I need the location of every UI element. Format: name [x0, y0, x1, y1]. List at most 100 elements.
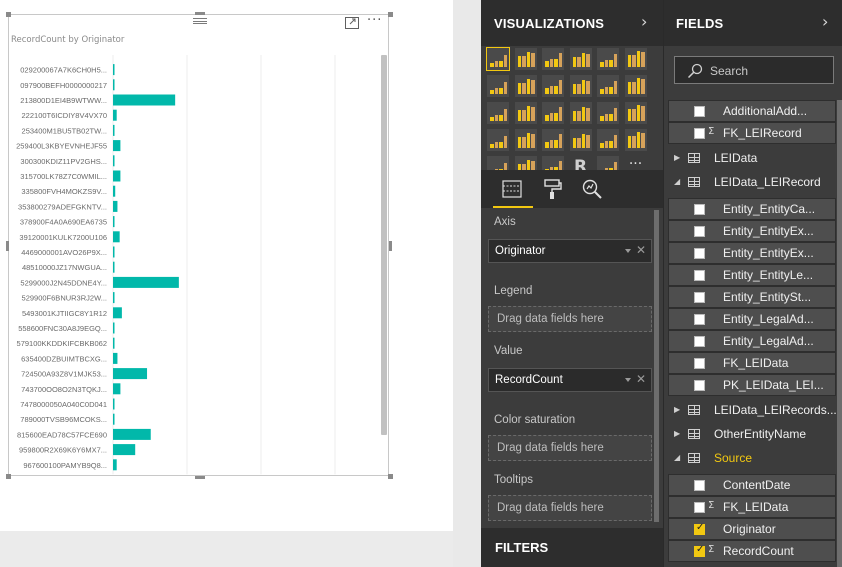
value-remove-icon[interactable]: ✕	[636, 372, 646, 386]
fields-scrollbar[interactable]	[837, 100, 842, 567]
resize-handle-right[interactable]	[389, 241, 392, 251]
fields-search-input[interactable]: Search	[674, 56, 834, 84]
visualizations-scrollbar[interactable]	[654, 210, 659, 522]
drag-grip-icon[interactable]	[193, 18, 207, 24]
field-checkbox[interactable]	[694, 502, 705, 513]
chart-bar[interactable]	[113, 428, 151, 440]
resize-handle-bottom-right[interactable]	[388, 474, 393, 479]
clustered-bar-icon[interactable]	[542, 48, 564, 70]
stacked-column-icon[interactable]	[514, 48, 537, 70]
chart-bar[interactable]	[113, 383, 121, 395]
funnel-icon[interactable]	[514, 129, 537, 151]
field-item[interactable]: Originator	[668, 518, 836, 540]
field-item[interactable]: FK_LEIData	[668, 352, 836, 374]
percent-bar-icon[interactable]	[597, 48, 619, 70]
chart-bar[interactable]	[113, 246, 115, 258]
chart-bar[interactable]	[113, 261, 115, 273]
chart-bar[interactable]	[113, 64, 115, 76]
ribbon-chart-icon[interactable]	[624, 75, 647, 97]
expand-arrow-icon[interactable]: ▶	[674, 153, 680, 162]
collapse-fields-chevron-icon[interactable]: ›	[822, 12, 828, 31]
field-checkbox[interactable]	[694, 128, 705, 139]
treemap-icon[interactable]	[597, 102, 619, 124]
field-item[interactable]: PK_LEIData_LEI...	[668, 374, 836, 396]
chart-bar[interactable]	[113, 109, 117, 121]
field-checkbox[interactable]	[694, 226, 705, 237]
value-dropdown-icon[interactable]	[625, 378, 631, 382]
line-chart-icon[interactable]	[487, 75, 509, 97]
collapse-visualizations-chevron-icon[interactable]: ›	[641, 12, 647, 31]
field-item[interactable]: Entity_EntityLe...	[668, 264, 836, 286]
stacked-bar-icon[interactable]	[486, 47, 510, 71]
axis-well-field[interactable]: Originator ✕	[488, 239, 652, 263]
expand-arrow-icon[interactable]: ▶	[674, 429, 680, 438]
table-node[interactable]: ◢ LEIData_LEIRecord	[664, 172, 842, 194]
field-checkbox[interactable]	[694, 522, 705, 535]
chart-bar[interactable]	[113, 231, 120, 243]
chart-bar[interactable]	[113, 124, 115, 136]
table-node[interactable]: ◢ Source	[664, 448, 842, 470]
fields-tab-icon[interactable]	[501, 178, 523, 200]
chart-bar[interactable]	[113, 444, 136, 456]
scatter-icon[interactable]	[514, 102, 537, 124]
map-icon[interactable]	[624, 102, 647, 124]
field-checkbox[interactable]	[694, 336, 705, 347]
chart-bar[interactable]	[113, 413, 115, 425]
clustered-column-icon[interactable]	[569, 48, 592, 70]
chart-bar[interactable]	[113, 322, 115, 334]
gauge-icon[interactable]	[542, 129, 564, 151]
chart-bar[interactable]	[113, 352, 118, 364]
field-checkbox[interactable]	[694, 358, 705, 369]
field-item[interactable]: Σ FK_LEIRecord	[668, 122, 836, 144]
axis-remove-icon[interactable]: ✕	[636, 243, 646, 257]
card-icon[interactable]	[569, 129, 592, 151]
chart-bar[interactable]	[113, 337, 115, 349]
field-checkbox[interactable]	[694, 106, 705, 117]
field-item[interactable]: Entity_EntityEx...	[668, 220, 836, 242]
analytics-magnifier-icon[interactable]	[581, 178, 603, 200]
tooltips-drop-zone[interactable]: Drag data fields here	[488, 495, 652, 521]
chart-bar[interactable]	[113, 368, 148, 380]
field-checkbox[interactable]	[694, 380, 705, 391]
donut-chart-icon[interactable]	[569, 102, 592, 124]
chart-bar[interactable]	[113, 276, 179, 288]
chart-scrollbar[interactable]	[381, 55, 387, 435]
chart-bar[interactable]	[113, 155, 115, 167]
chart-bar[interactable]	[113, 398, 115, 410]
axis-dropdown-icon[interactable]	[625, 249, 631, 253]
chart-bar[interactable]	[113, 292, 115, 304]
field-checkbox[interactable]	[694, 292, 705, 303]
chart-bar[interactable]	[113, 307, 122, 319]
field-item[interactable]: ContentDate	[668, 474, 836, 496]
chart-bar[interactable]	[113, 216, 115, 228]
value-well-field[interactable]: RecordCount ✕	[488, 368, 652, 392]
table-node[interactable]: ▶ LEIData	[664, 148, 842, 170]
chart-bar[interactable]	[113, 94, 176, 106]
focus-mode-icon[interactable]	[345, 17, 359, 29]
field-checkbox[interactable]	[694, 544, 705, 557]
resize-handle-top-left[interactable]	[6, 12, 11, 17]
resize-handle-top[interactable]	[195, 12, 205, 15]
field-item[interactable]: Entity_LegalAd...	[668, 308, 836, 330]
report-canvas[interactable]: ··· RecordCount by Originator 0.0M0.1M0.…	[0, 0, 453, 567]
field-checkbox[interactable]	[694, 270, 705, 281]
field-checkbox[interactable]	[694, 204, 705, 215]
field-item[interactable]: Σ RecordCount	[668, 540, 836, 562]
chart-bar[interactable]	[113, 170, 121, 182]
kpi-icon[interactable]	[624, 129, 647, 151]
expand-arrow-icon[interactable]: ▶	[674, 405, 680, 414]
collapse-arrow-icon[interactable]: ◢	[674, 177, 680, 186]
line-stacked-column-icon[interactable]	[597, 75, 619, 97]
field-item[interactable]: Entity_EntityCa...	[668, 198, 836, 220]
filled-map-icon[interactable]	[487, 129, 509, 151]
color-saturation-drop-zone[interactable]: Drag data fields here	[488, 435, 652, 461]
table-node[interactable]: ▶ OtherEntityName	[664, 424, 842, 446]
resize-handle-top-right[interactable]	[388, 12, 393, 17]
filters-header[interactable]: FILTERS	[481, 528, 663, 567]
collapse-arrow-icon[interactable]: ◢	[674, 453, 680, 462]
stacked-area-icon[interactable]	[542, 75, 564, 97]
pie-chart-icon[interactable]	[542, 102, 564, 124]
field-item[interactable]: AdditionalAdd...	[668, 100, 836, 122]
area-chart-icon[interactable]	[514, 75, 537, 97]
chart-bar[interactable]	[113, 140, 121, 152]
